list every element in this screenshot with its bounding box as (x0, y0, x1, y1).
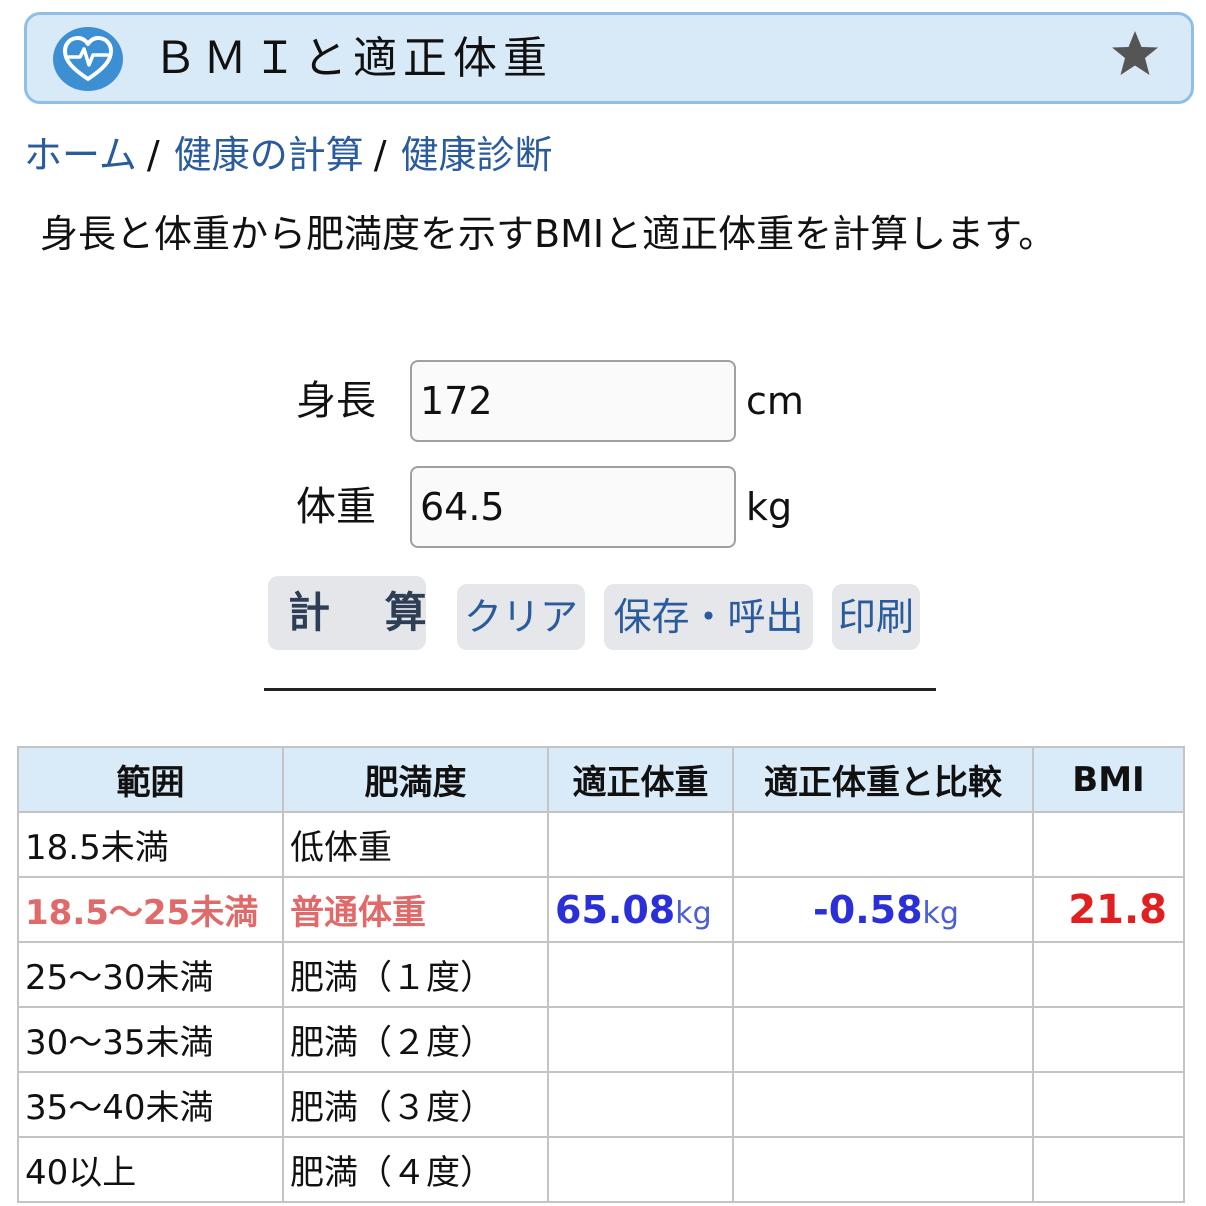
breadcrumb-separator: / (146, 133, 160, 177)
breadcrumb: ホーム / 健康の計算 / 健康診断 (24, 128, 553, 182)
category-cell: 肥満（１度） (282, 941, 549, 1008)
bmi-cell (1032, 1006, 1185, 1073)
column-header-standard-weight: 適正体重 (547, 746, 734, 813)
range-cell: 30〜35未満 (17, 1006, 284, 1073)
weight-label: 体重 (296, 484, 376, 530)
difference-cell: -0.58kg (732, 876, 1034, 943)
range-cell: 18.5未満 (17, 811, 284, 878)
breadcrumb-health-calc-link[interactable]: 健康の計算 (174, 133, 364, 177)
column-header-difference: 適正体重と比較 (732, 746, 1034, 813)
header-bar: ＢＭＩと適正体重 (24, 12, 1194, 104)
breadcrumb-home-link[interactable]: ホーム (24, 133, 137, 177)
calculate-button[interactable]: 計 算 (268, 576, 427, 650)
page-description: 身長と体重から肥満度を示すBMIと適正体重を計算します。 (40, 212, 1057, 256)
weight-unit: kg (746, 485, 793, 529)
print-button[interactable]: 印刷 (832, 584, 920, 650)
difference-cell (732, 1071, 1034, 1138)
category-cell: 低体重 (282, 811, 549, 878)
height-input[interactable] (410, 360, 736, 442)
height-row: 身長 cm (0, 360, 1206, 442)
height-unit: cm (746, 379, 804, 423)
table-row: 35〜40未満 肥満（３度） (17, 1071, 1185, 1138)
category-cell: 肥満（３度） (282, 1071, 549, 1138)
range-cell: 40以上 (17, 1136, 284, 1203)
difference-value: -0.58 (813, 887, 923, 932)
difference-cell (732, 1006, 1034, 1073)
breadcrumb-health-check-link[interactable]: 健康診断 (401, 133, 553, 177)
bmi-cell (1032, 1071, 1185, 1138)
bmi-value: 21.8 (1068, 886, 1167, 933)
divider (264, 688, 936, 691)
category-cell: 肥満（２度） (282, 1006, 549, 1073)
column-header-category: 肥満度 (282, 746, 549, 813)
weight-input[interactable] (410, 466, 736, 548)
difference-cell (732, 1136, 1034, 1203)
weight-row: 体重 kg (0, 466, 1206, 548)
table-row-current: 18.5〜25未満 普通体重 65.08kg -0.58kg 21.8 (17, 876, 1185, 943)
standard-weight-cell (547, 1006, 734, 1073)
clear-button[interactable]: クリア (457, 584, 585, 650)
bmi-cell (1032, 1136, 1185, 1203)
category-cell: 肥満（４度） (282, 1136, 549, 1203)
table-header-row: 範囲 肥満度 適正体重 適正体重と比較 BMI (17, 746, 1185, 813)
category-cell: 普通体重 (282, 876, 549, 943)
bmi-results-table: 範囲 肥満度 適正体重 適正体重と比較 BMI 18.5未満 低体重 18.5〜… (17, 746, 1185, 1203)
standard-weight-cell: 65.08kg (547, 876, 734, 943)
page-title: ＢＭＩと適正体重 (153, 33, 553, 84)
table-row: 40以上 肥満（４度） (17, 1136, 1185, 1203)
bmi-cell (1032, 811, 1185, 878)
difference-cell (732, 811, 1034, 878)
standard-weight-value: 65.08 (555, 887, 676, 932)
standard-weight-cell (547, 1136, 734, 1203)
column-header-bmi: BMI (1032, 746, 1185, 813)
standard-weight-unit: kg (675, 895, 712, 931)
difference-cell (732, 941, 1034, 1008)
bmi-cell (1032, 941, 1185, 1008)
table-row: 25〜30未満 肥満（１度） (17, 941, 1185, 1008)
save-load-button[interactable]: 保存・呼出 (604, 584, 813, 650)
star-icon[interactable] (1105, 25, 1165, 85)
standard-weight-cell (547, 1071, 734, 1138)
breadcrumb-separator: / (373, 133, 387, 177)
standard-weight-cell (547, 811, 734, 878)
bmi-cell: 21.8 (1032, 876, 1185, 943)
table-row: 18.5未満 低体重 (17, 811, 1185, 878)
height-label: 身長 (296, 378, 376, 424)
column-header-range: 範囲 (17, 746, 284, 813)
table-row: 30〜35未満 肥満（２度） (17, 1006, 1185, 1073)
page: ＢＭＩと適正体重 ホーム / 健康の計算 / 健康診断 身長と体重から肥満度を示すBMI… (0, 0, 1206, 1206)
difference-unit: kg (922, 895, 959, 931)
heart-pulse-icon (53, 27, 123, 91)
standard-weight-cell (547, 941, 734, 1008)
range-cell: 35〜40未満 (17, 1071, 284, 1138)
range-cell: 18.5〜25未満 (17, 876, 284, 943)
range-cell: 25〜30未満 (17, 941, 284, 1008)
